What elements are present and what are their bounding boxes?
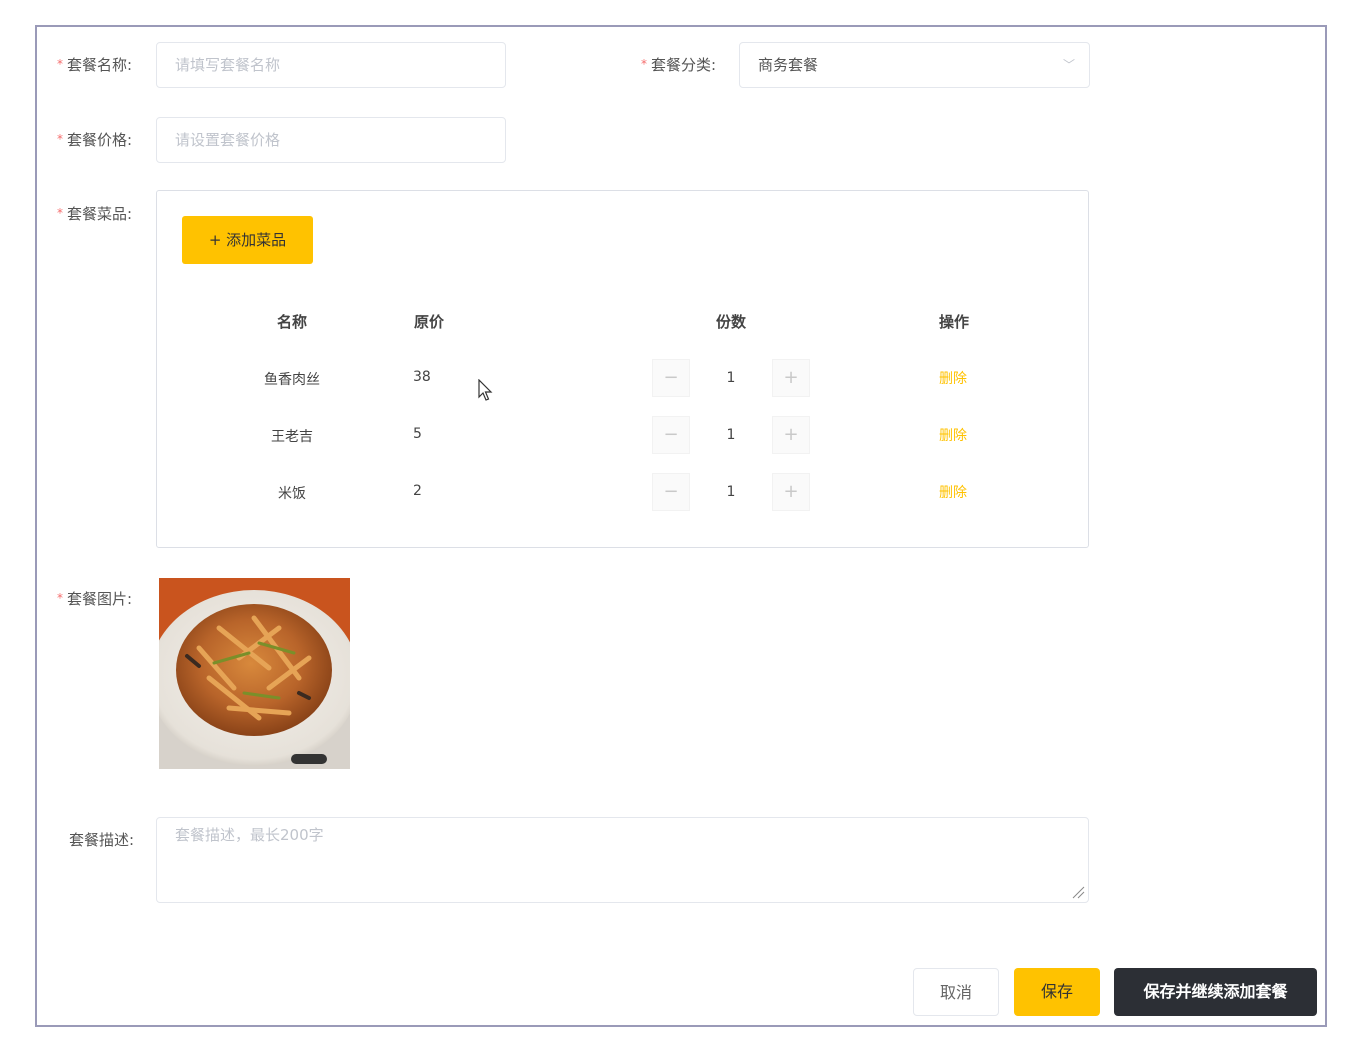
save-button[interactable]: 保存 <box>1014 968 1100 1016</box>
category-select[interactable]: 商务套餐 ﹀ <box>739 42 1090 88</box>
minus-button[interactable]: − <box>652 359 690 397</box>
dishes-label: * 套餐菜品: <box>57 205 133 223</box>
form-panel: * 套餐名称: 请填写套餐名称 * 套餐分类: 商务套餐 ﹀ * 套餐价格: 请设置套… <box>35 25 1327 1027</box>
column-header-name: 名称 <box>276 313 307 331</box>
category-value: 商务套餐 <box>758 56 819 74</box>
cancel-button[interactable]: 取消 <box>913 968 999 1016</box>
required-mark: * <box>57 206 63 220</box>
name-input[interactable]: 请填写套餐名称 <box>156 42 506 88</box>
plus-button[interactable]: + <box>772 416 810 454</box>
dish-price: 2 <box>413 483 422 499</box>
food-photo <box>159 578 350 769</box>
plus-button[interactable]: + <box>772 359 810 397</box>
description-label: 套餐描述: <box>69 831 135 849</box>
meal-image-upload[interactable] <box>159 578 350 769</box>
quantity-stepper: − 1 + <box>652 359 810 397</box>
price-label: * 套餐价格: <box>57 131 133 149</box>
required-mark: * <box>57 591 63 605</box>
dish-name: 王老吉 <box>271 429 313 445</box>
column-header-action: 操作 <box>938 313 969 331</box>
quantity-value[interactable]: 1 <box>692 416 770 454</box>
delete-link[interactable]: 删除 <box>939 482 967 502</box>
column-header-price: 原价 <box>413 313 444 331</box>
quantity-value[interactable]: 1 <box>692 359 770 397</box>
chevron-down-icon: ﹀ <box>1062 58 1075 72</box>
name-label: * 套餐名称: <box>57 56 133 74</box>
quantity-value[interactable]: 1 <box>692 473 770 511</box>
price-input[interactable]: 请设置套餐价格 <box>156 117 506 163</box>
description-placeholder: 套餐描述，最长200字 <box>175 826 324 844</box>
add-dish-button[interactable]: + 添加菜品 <box>182 216 313 264</box>
dish-price: 38 <box>413 369 431 385</box>
resize-handle-icon[interactable] <box>1071 885 1085 899</box>
quantity-stepper: − 1 + <box>652 473 810 511</box>
required-mark: * <box>57 132 63 146</box>
required-mark: * <box>641 57 647 71</box>
dish-name: 米饭 <box>278 486 306 502</box>
dish-price: 5 <box>413 426 422 442</box>
required-mark: * <box>57 57 63 71</box>
dishes-panel: + 添加菜品 名称 原价 份数 操作 鱼香肉丝 38 − 1 + 删除 王老吉 … <box>156 190 1089 548</box>
plus-button[interactable]: + <box>772 473 810 511</box>
category-label: * 套餐分类: <box>641 56 717 74</box>
minus-button[interactable]: − <box>652 473 690 511</box>
delete-link[interactable]: 删除 <box>939 368 967 388</box>
mouse-cursor-icon <box>478 379 493 401</box>
save-and-continue-button[interactable]: 保存并继续添加套餐 <box>1114 968 1317 1016</box>
description-textarea[interactable]: 套餐描述，最长200字 <box>156 817 1089 903</box>
delete-link[interactable]: 删除 <box>939 425 967 445</box>
minus-button[interactable]: − <box>652 416 690 454</box>
column-header-count: 份数 <box>715 313 746 331</box>
quantity-stepper: − 1 + <box>652 416 810 454</box>
image-label: * 套餐图片: <box>57 590 133 608</box>
dish-name: 鱼香肉丝 <box>264 372 320 388</box>
